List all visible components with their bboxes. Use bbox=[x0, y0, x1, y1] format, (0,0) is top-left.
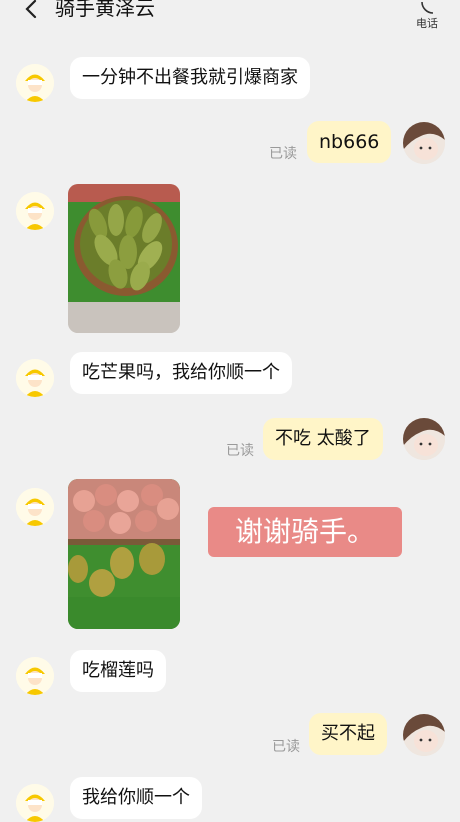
rider-avatar[interactable] bbox=[16, 657, 54, 695]
phone-label: 电话 bbox=[416, 17, 438, 30]
user-avatar[interactable] bbox=[403, 714, 445, 756]
image-message-mangoes[interactable] bbox=[68, 184, 180, 333]
message-bubble-rider[interactable]: 一分钟不出餐我就引爆商家 bbox=[70, 57, 310, 99]
message-bubble-rider[interactable]: 吃芒果吗，我给你顺一个 bbox=[70, 352, 292, 394]
phone-button[interactable]: 电话 bbox=[412, 1, 442, 30]
user-avatar[interactable] bbox=[403, 418, 445, 460]
rider-avatar[interactable] bbox=[16, 784, 54, 822]
read-status: 已读 bbox=[226, 443, 254, 459]
chevron-left-icon bbox=[25, 0, 37, 19]
user-avatar[interactable] bbox=[403, 122, 445, 164]
image-message-durians[interactable] bbox=[68, 479, 180, 629]
chat-header: 骑手黄泽云 电话 bbox=[0, 0, 460, 30]
read-status: 已读 bbox=[269, 146, 297, 162]
rider-avatar[interactable] bbox=[16, 488, 54, 526]
chat-title: 骑手黄泽云 bbox=[55, 0, 155, 20]
overlay-caption: 谢谢骑手。 bbox=[208, 507, 402, 557]
message-bubble-me[interactable]: nb666 bbox=[307, 121, 392, 163]
rider-avatar[interactable] bbox=[16, 192, 54, 230]
message-bubble-rider[interactable]: 吃榴莲吗 bbox=[70, 650, 166, 692]
phone-icon bbox=[412, 1, 442, 14]
read-status: 已读 bbox=[272, 739, 300, 755]
message-bubble-me[interactable]: 买不起 bbox=[309, 713, 387, 755]
message-bubble-rider[interactable]: 我给你顺一个 bbox=[70, 777, 202, 819]
message-bubble-me[interactable]: 不吃 太酸了 bbox=[263, 418, 383, 460]
rider-avatar[interactable] bbox=[16, 64, 54, 102]
back-button[interactable] bbox=[22, 0, 42, 20]
rider-avatar[interactable] bbox=[16, 359, 54, 397]
